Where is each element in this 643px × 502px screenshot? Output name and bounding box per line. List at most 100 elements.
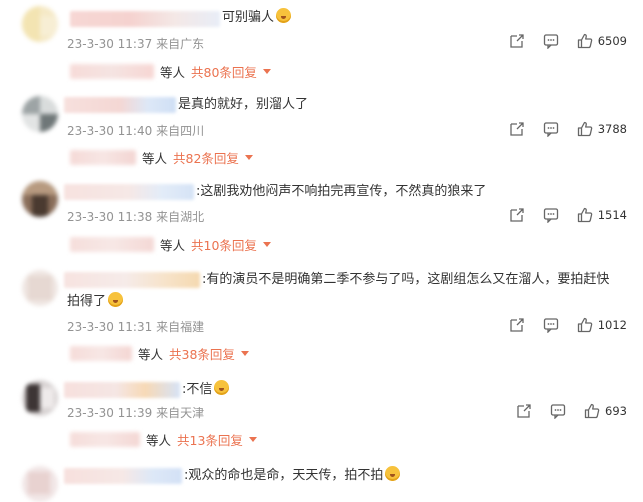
comment-time: 23-3-30 11:31 xyxy=(67,320,153,334)
like-button[interactable]: 3788 xyxy=(577,121,627,137)
like-count: 1012 xyxy=(597,318,627,332)
comment-icon xyxy=(543,34,558,49)
comment-actions: 1514 xyxy=(491,207,627,223)
like-count: 1514 xyxy=(597,208,627,222)
avatar[interactable] xyxy=(22,466,58,502)
comment-meta: 23-3-30 11:31 来自福建 xyxy=(67,318,204,335)
comment-button[interactable] xyxy=(550,403,566,419)
username-blurred[interactable] xyxy=(70,11,220,27)
share-button[interactable] xyxy=(509,207,525,223)
share-icon xyxy=(510,34,524,48)
share-icon xyxy=(510,318,524,332)
avatar[interactable] xyxy=(22,96,58,132)
thumbs-up-icon xyxy=(577,33,593,49)
thumbs-up-icon xyxy=(584,403,600,419)
comment-button[interactable] xyxy=(543,207,559,223)
comment-time: 23-3-30 11:37 xyxy=(67,37,153,51)
comment-icon xyxy=(543,318,558,333)
comment-actions: 693 xyxy=(498,403,627,419)
like-button[interactable]: 1514 xyxy=(577,207,627,223)
grin-emoji-icon xyxy=(214,380,230,395)
view-replies-link[interactable]: 共38条回复 xyxy=(169,344,249,363)
chevron-down-icon xyxy=(262,69,271,74)
username-blurred[interactable] xyxy=(64,272,200,288)
smirk-emoji-icon xyxy=(276,8,292,23)
shocked-emoji-icon xyxy=(108,292,124,307)
comment-location: 来自天津 xyxy=(156,406,205,420)
reply-users-blurred xyxy=(70,346,132,361)
comment-text: :这剧我劝他闷声不响拍完再宣传，不然真的狼来了 xyxy=(196,184,487,199)
share-button[interactable] xyxy=(509,121,525,137)
like-count: 6509 xyxy=(597,34,627,48)
comment-location: 来自福建 xyxy=(156,320,205,334)
comment-text: :有的演员不是明确第二季不参与了吗，这剧组怎么又在溜人，要拍赶快 xyxy=(202,272,610,287)
view-replies-link[interactable]: 共13条回复 xyxy=(177,430,257,449)
comment-text: :不信 xyxy=(182,380,230,400)
reply-users-blurred xyxy=(70,64,154,79)
like-button[interactable]: 693 xyxy=(584,403,627,419)
comment-actions: 6509 xyxy=(491,33,627,49)
comment-meta: 23-3-30 11:37 来自广东 xyxy=(67,35,204,52)
chevron-down-icon xyxy=(248,437,257,442)
like-count: 3788 xyxy=(597,122,627,136)
like-count: 693 xyxy=(605,404,627,418)
comment-location: 来自四川 xyxy=(156,124,205,138)
share-icon xyxy=(517,404,531,418)
avatar[interactable] xyxy=(22,270,58,306)
username-blurred[interactable] xyxy=(64,382,180,398)
reply-summary: 等人 共38条回复 xyxy=(70,344,249,363)
reply-prefix: 等人 xyxy=(142,151,168,166)
comment-time: 23-3-30 11:40 xyxy=(67,124,153,138)
thumbs-up-icon xyxy=(577,317,593,333)
chevron-down-icon xyxy=(244,155,253,160)
reply-users-blurred xyxy=(70,432,140,447)
username-blurred[interactable] xyxy=(64,184,194,200)
share-button[interactable] xyxy=(516,403,532,419)
reply-users-blurred xyxy=(70,150,136,165)
comment-button[interactable] xyxy=(543,121,559,137)
comment-text: 是真的就好，别溜人了 xyxy=(178,97,309,112)
username-blurred[interactable] xyxy=(64,97,176,113)
view-replies-link[interactable]: 共80条回复 xyxy=(191,62,271,81)
avatar[interactable] xyxy=(22,6,58,42)
comment-meta: 23-3-30 11:40 来自四川 xyxy=(67,122,204,139)
comment-actions: 3788 xyxy=(491,121,627,137)
reply-prefix: 等人 xyxy=(160,238,186,253)
like-button[interactable]: 6509 xyxy=(577,33,627,49)
shocked-emoji-icon xyxy=(385,466,401,481)
comment-time: 23-3-30 11:39 xyxy=(67,406,153,420)
avatar[interactable] xyxy=(22,181,58,217)
view-replies-link[interactable]: 共10条回复 xyxy=(191,235,271,254)
reply-users-blurred xyxy=(70,237,154,252)
reply-prefix: 等人 xyxy=(146,433,172,448)
reply-prefix: 等人 xyxy=(160,65,186,80)
comment-location: 来自湖北 xyxy=(156,210,205,224)
like-button[interactable]: 1012 xyxy=(577,317,627,333)
reply-summary: 等人 共82条回复 xyxy=(70,148,253,167)
reply-summary: 等人 共13条回复 xyxy=(70,430,257,449)
comment-button[interactable] xyxy=(543,33,559,49)
view-replies-link[interactable]: 共82条回复 xyxy=(173,148,253,167)
comment-icon xyxy=(543,208,558,223)
comment-meta: 23-3-30 11:39 来自天津 xyxy=(67,404,204,421)
username-blurred[interactable] xyxy=(64,468,182,484)
avatar[interactable] xyxy=(22,380,58,416)
comment-actions: 1012 xyxy=(491,317,627,333)
reply-summary: 等人 共80条回复 xyxy=(70,62,271,81)
share-button[interactable] xyxy=(509,33,525,49)
comment-icon xyxy=(550,404,566,419)
share-button[interactable] xyxy=(509,317,525,333)
comment-icon xyxy=(543,122,558,137)
share-icon xyxy=(510,208,524,222)
reply-summary: 等人 共10条回复 xyxy=(70,235,271,254)
thumbs-up-icon xyxy=(577,207,593,223)
thumbs-up-icon xyxy=(577,121,593,137)
comment-text-continued: 拍得了 xyxy=(67,292,124,312)
comment-location: 来自广东 xyxy=(156,37,205,51)
comment-text: 可别骗人 xyxy=(222,8,292,28)
chevron-down-icon xyxy=(240,351,249,356)
comment-meta: 23-3-30 11:38 来自湖北 xyxy=(67,208,204,225)
share-icon xyxy=(510,122,524,136)
comment-button[interactable] xyxy=(543,317,559,333)
reply-prefix: 等人 xyxy=(138,347,164,362)
